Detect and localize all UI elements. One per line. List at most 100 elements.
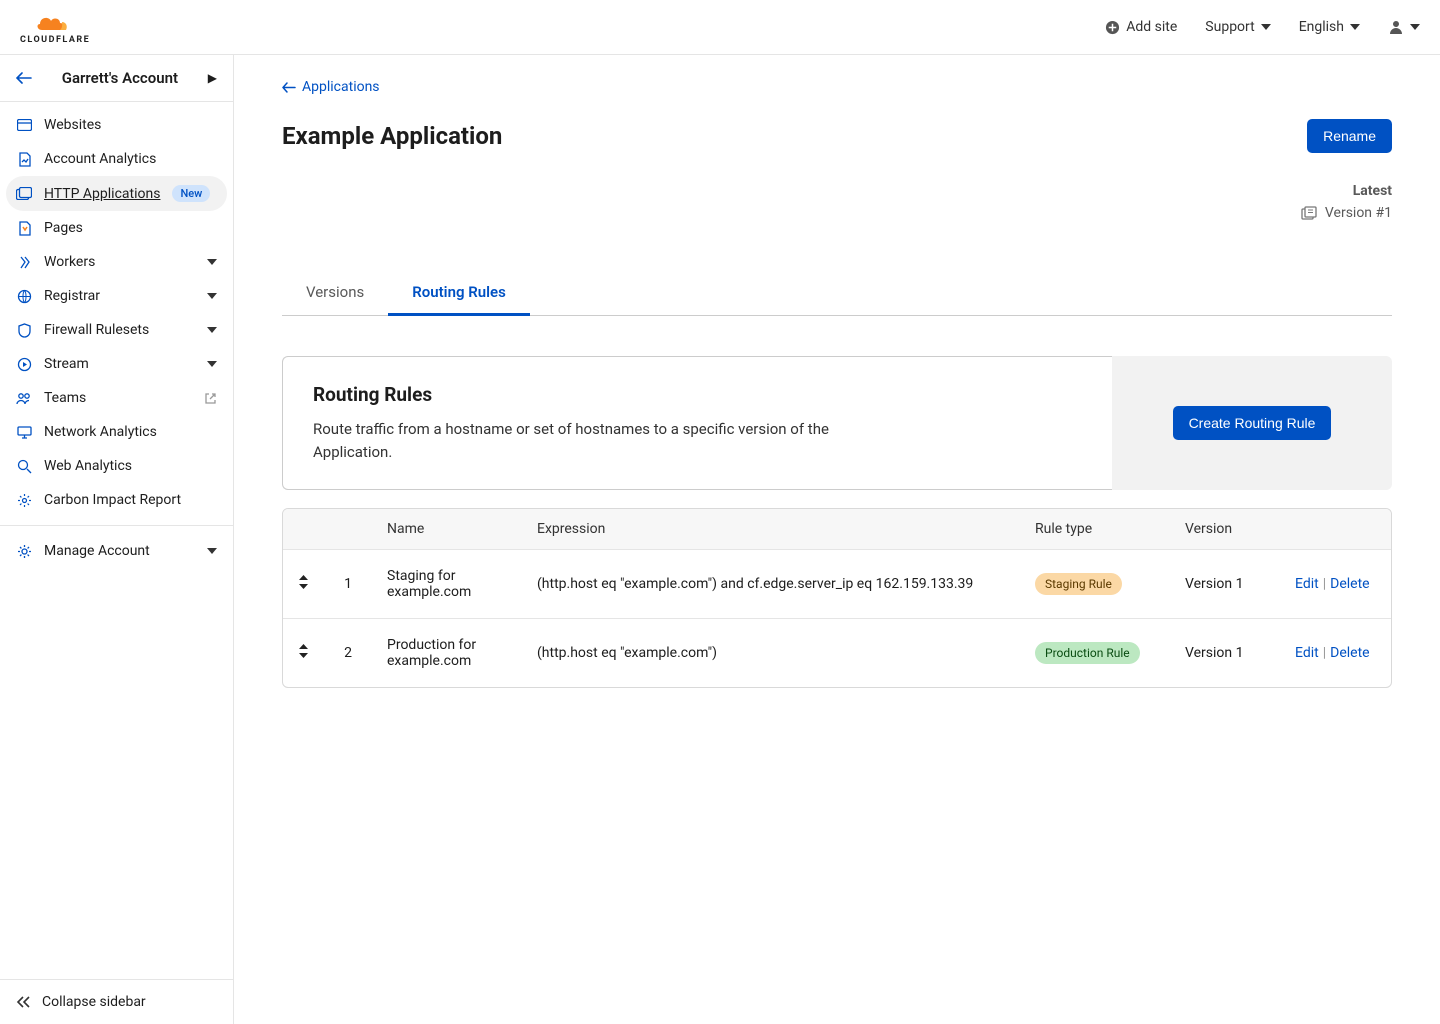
- version-meta: Latest Version #1: [282, 183, 1392, 221]
- external-link-icon: [204, 392, 217, 405]
- panel-title: Routing Rules: [313, 383, 1082, 406]
- edit-link[interactable]: Edit: [1295, 576, 1319, 592]
- sidebar-nav: Websites Account Analytics HTTP Applicat…: [0, 102, 233, 979]
- search-icon: [16, 459, 32, 474]
- chevron-down-icon: [207, 361, 217, 367]
- row-version: Version 1: [1171, 550, 1281, 619]
- user-icon: [1388, 19, 1404, 35]
- delete-link[interactable]: Delete: [1330, 645, 1369, 661]
- stream-icon: [16, 357, 32, 372]
- sidebar-item-label: Carbon Impact Report: [44, 492, 181, 508]
- add-site-button[interactable]: Add site: [1105, 19, 1177, 35]
- sidebar-item-workers[interactable]: Workers: [0, 245, 233, 279]
- support-menu[interactable]: Support: [1205, 19, 1270, 35]
- sidebar-item-label: Account Analytics: [44, 151, 156, 167]
- sidebar-item-label: Teams: [44, 390, 86, 406]
- sidebar-item-label: Stream: [44, 356, 89, 372]
- breadcrumb-label: Applications: [302, 79, 380, 95]
- row-order: 1: [323, 550, 373, 619]
- create-routing-rule-button[interactable]: Create Routing Rule: [1173, 406, 1332, 440]
- delete-link[interactable]: Delete: [1330, 576, 1369, 592]
- row-version: Version 1: [1171, 619, 1281, 687]
- add-site-label: Add site: [1126, 19, 1177, 35]
- pages-icon: [16, 221, 32, 236]
- plus-circle-icon: [1105, 20, 1120, 35]
- account-name: Garrett's Account: [62, 69, 178, 87]
- back-arrow-icon: [16, 72, 32, 84]
- latest-label: Latest: [282, 183, 1392, 199]
- sidebar-item-label: Pages: [44, 220, 83, 236]
- routing-rules-table: Name Expression Rule type Version 1Stagi…: [282, 508, 1392, 688]
- row-name: Staging for example.com: [373, 550, 523, 619]
- sidebar-item-label: Websites: [44, 117, 101, 133]
- user-menu[interactable]: [1388, 19, 1420, 35]
- sidebar-item-stream[interactable]: Stream: [0, 347, 233, 381]
- page-title: Example Application: [282, 122, 502, 150]
- sidebar: Garrett's Account ▶ Websites Account Ana…: [0, 55, 234, 1024]
- sidebar-item-label: Firewall Rulesets: [44, 322, 149, 338]
- version-icon: [1301, 206, 1317, 220]
- main-content: Applications Example Application Rename …: [234, 55, 1440, 1024]
- rule-type-pill: Production Rule: [1035, 642, 1140, 664]
- sidebar-item-manage-account[interactable]: Manage Account: [0, 534, 233, 568]
- sidebar-item-label: Web Analytics: [44, 458, 132, 474]
- sidebar-item-account-analytics[interactable]: Account Analytics: [0, 142, 233, 176]
- arrow-left-icon: [282, 82, 296, 93]
- chevron-down-icon: [207, 327, 217, 333]
- version-label: Version #1: [1325, 205, 1392, 221]
- sidebar-item-pages[interactable]: Pages: [0, 211, 233, 245]
- sidebar-item-http-applications[interactable]: HTTP Applications New: [6, 176, 227, 211]
- collapse-icon: [16, 996, 32, 1008]
- row-order: 2: [323, 619, 373, 687]
- new-badge: New: [172, 185, 210, 202]
- svg-text:CLOUDFLARE: CLOUDFLARE: [20, 35, 90, 44]
- tab-routing-rules[interactable]: Routing Rules: [388, 271, 530, 316]
- sidebar-item-firewall-rulesets[interactable]: Firewall Rulesets: [0, 313, 233, 347]
- forward-arrow-icon: ▶: [208, 71, 217, 85]
- sidebar-item-label: Workers: [44, 254, 95, 270]
- row-name: Production for example.com: [373, 619, 523, 687]
- workers-icon: [16, 255, 32, 270]
- row-expression: (http.host eq "example.com"): [523, 619, 1021, 687]
- sidebar-item-registrar[interactable]: Registrar: [0, 279, 233, 313]
- carbon-icon: [16, 493, 32, 508]
- tabs: Versions Routing Rules: [282, 271, 1392, 316]
- sidebar-item-carbon-impact[interactable]: Carbon Impact Report: [0, 483, 233, 517]
- breadcrumb-back[interactable]: Applications: [282, 79, 1392, 95]
- routing-panel: Routing Rules Route traffic from a hostn…: [282, 356, 1392, 490]
- teams-icon: [16, 392, 32, 405]
- drag-handle-icon[interactable]: [298, 575, 309, 589]
- analytics-icon: [16, 152, 32, 167]
- registrar-icon: [16, 289, 32, 304]
- support-label: Support: [1205, 19, 1254, 35]
- sidebar-item-web-analytics[interactable]: Web Analytics: [0, 449, 233, 483]
- account-switcher[interactable]: Garrett's Account ▶: [0, 55, 233, 102]
- sidebar-item-teams[interactable]: Teams: [0, 381, 233, 415]
- collapse-label: Collapse sidebar: [42, 994, 146, 1010]
- sidebar-item-websites[interactable]: Websites: [0, 108, 233, 142]
- caret-down-icon: [1350, 24, 1360, 30]
- language-menu[interactable]: English: [1299, 19, 1360, 35]
- drag-handle-icon[interactable]: [298, 644, 309, 658]
- edit-link[interactable]: Edit: [1295, 645, 1319, 661]
- row-expression: (http.host eq "example.com") and cf.edge…: [523, 550, 1021, 619]
- collapse-sidebar-button[interactable]: Collapse sidebar: [0, 979, 233, 1024]
- sidebar-item-network-analytics[interactable]: Network Analytics: [0, 415, 233, 449]
- shield-icon: [16, 323, 32, 338]
- sidebar-item-label: Network Analytics: [44, 424, 157, 440]
- http-apps-icon: [16, 187, 32, 200]
- sidebar-item-label: Manage Account: [44, 543, 150, 559]
- col-expression: Expression: [523, 509, 1021, 550]
- table-row: 2Production for example.com(http.host eq…: [283, 619, 1391, 687]
- websites-icon: [16, 119, 32, 131]
- table-row: 1Staging for example.com(http.host eq "e…: [283, 550, 1391, 619]
- cloudflare-logo[interactable]: CLOUDFLARE: [20, 10, 112, 44]
- gear-icon: [16, 544, 32, 559]
- caret-down-icon: [1261, 24, 1271, 30]
- sidebar-item-label: Registrar: [44, 288, 100, 304]
- caret-down-icon: [1410, 24, 1420, 30]
- topbar: CLOUDFLARE Add site Support English: [0, 0, 1440, 55]
- panel-description: Route traffic from a hostname or set of …: [313, 418, 853, 463]
- tab-versions[interactable]: Versions: [282, 271, 388, 315]
- rename-button[interactable]: Rename: [1307, 119, 1392, 153]
